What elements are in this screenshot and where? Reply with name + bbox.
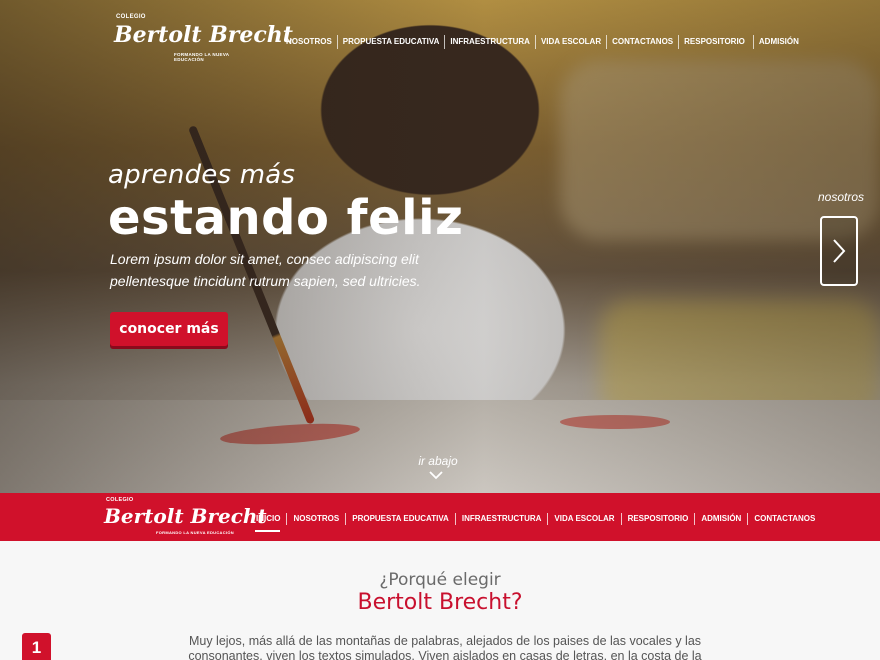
hero-tagline-big: estando feliz — [108, 190, 464, 246]
logo-sticky[interactable]: COLEGIO Bertolt Brecht FORMANDO LA NUEVA… — [104, 497, 267, 537]
sticky-nav-admision[interactable]: ADMISIÓN — [694, 513, 747, 525]
section-heading: Bertolt Brecht? — [357, 590, 523, 615]
top-nav-admision[interactable]: ADMISIÓN — [752, 35, 804, 49]
conocer-mas-button[interactable]: conocer más — [110, 312, 228, 346]
sticky-nav-vida-escolar[interactable]: VIDA ESCOLAR — [547, 513, 620, 525]
sticky-nav-infraestructura[interactable]: INFRAESTRUCTURA — [454, 513, 548, 525]
scroll-down-label[interactable]: ir abajo — [0, 454, 876, 468]
sticky-nav-inicio[interactable]: INICIO — [250, 513, 286, 532]
top-nav: NOSOTROS PROPUESTA EDUCATIVA INFRAESTRUC… — [281, 34, 804, 50]
top-nav-propuesta-educativa[interactable]: PROPUESTA EDUCATIVA — [336, 35, 445, 49]
sticky-nav-contactanos[interactable]: CONTACTANOS — [747, 513, 821, 525]
hero-overlay — [0, 0, 880, 493]
number-badge: 1 — [22, 633, 51, 660]
logo-name: Bertolt Brecht — [114, 22, 293, 48]
logo-colegio: COLEGIO — [116, 14, 146, 20]
logo-subtitle: FORMANDO LA NUEVA EDUCACIÓN — [174, 52, 230, 62]
logo[interactable]: COLEGIO Bertolt Brecht FORMANDO LA NUEVA… — [114, 14, 293, 62]
top-nav-infraestructura[interactable]: INFRAESTRUCTURA — [444, 35, 535, 49]
sticky-nav-nosotros[interactable]: NOSOTROS — [286, 513, 345, 525]
top-nav-nosotros[interactable]: NOSOTROS — [281, 35, 337, 49]
sticky-nav: INICIO NOSOTROS PROPUESTA EDUCATIVA INFR… — [250, 512, 821, 532]
chevron-down-icon[interactable] — [428, 470, 444, 480]
sticky-nav-respositorio[interactable]: RESPOSITORIO — [620, 513, 695, 525]
sticky-nav-propuesta-educativa[interactable]: PROPUESTA EDUCATIVA — [345, 513, 455, 525]
logo-name: Bertolt Brecht — [104, 504, 267, 528]
top-nav-contactanos[interactable]: CONTACTANOS — [606, 35, 678, 49]
chevron-right-icon — [833, 239, 846, 263]
section-body-text: Muy lejos, más allá de las montañas de p… — [188, 634, 702, 660]
slider-side-label: nosotros — [818, 190, 865, 204]
slider-next-button[interactable] — [820, 216, 858, 286]
section-heading-small: ¿Porqué elegir — [379, 570, 501, 590]
logo-subtitle: FORMANDO LA NUEVA EDUCACIÓN — [156, 530, 234, 535]
hero-tagline-small: aprendes más — [108, 160, 296, 190]
sticky-nav-bar: COLEGIO Bertolt Brecht FORMANDO LA NUEVA… — [0, 493, 880, 541]
top-nav-respositorio[interactable]: RESPOSITORIO — [678, 35, 750, 49]
hero-banner: COLEGIO Bertolt Brecht FORMANDO LA NUEVA… — [0, 0, 880, 493]
top-nav-vida-escolar[interactable]: VIDA ESCOLAR — [534, 35, 606, 49]
logo-colegio: COLEGIO — [106, 497, 134, 503]
hero-description: Lorem ipsum dolor sit amet, consec adipi… — [110, 251, 421, 289]
